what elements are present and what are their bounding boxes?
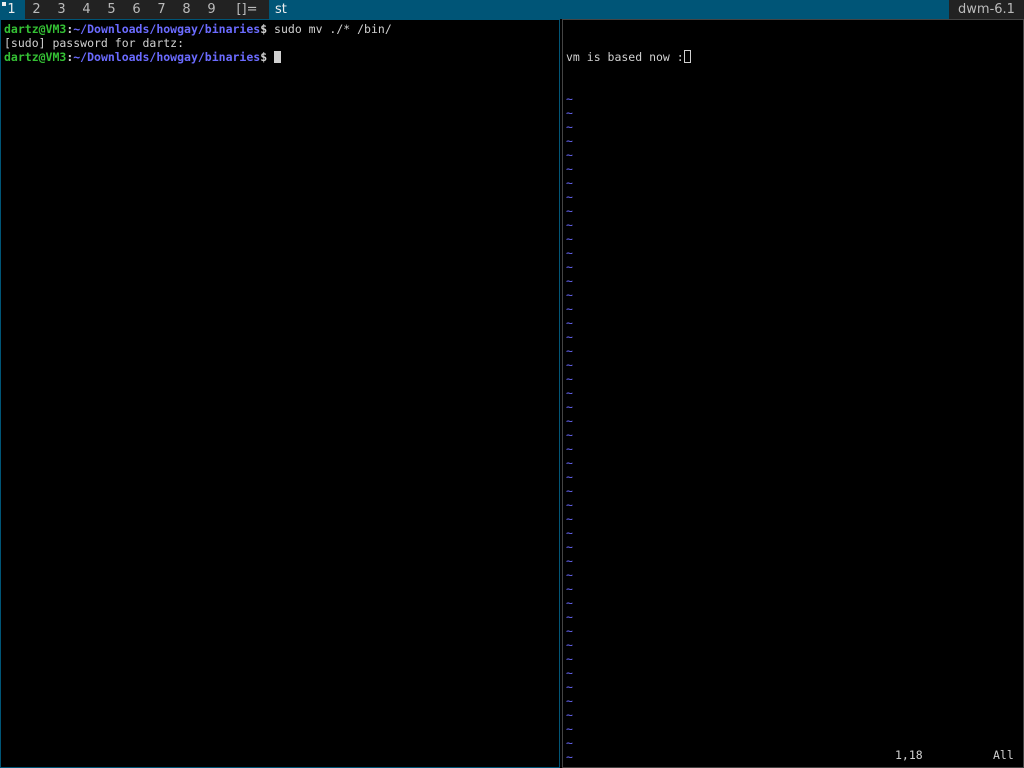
vim-empty-line-marker: ~ (566, 218, 573, 232)
vim-empty-line-marker: ~ (566, 624, 573, 638)
vim-empty-line-marker: ~ (566, 190, 573, 204)
vim-empty-line-marker: ~ (566, 148, 573, 162)
vim-cursor (683, 50, 691, 63)
vim-first-line: vm is based now : (566, 50, 691, 64)
prompt-line: dartz@VM3:~/Downloads/howgay/binaries$ (4, 50, 392, 64)
tag-label: 6 (132, 2, 141, 17)
tag-label: 4 (82, 2, 91, 17)
vim-empty-line-marker: ~ (566, 400, 573, 414)
vim-empty-line-marker: ~ (566, 694, 573, 708)
tag-3[interactable]: 3 (50, 0, 75, 19)
vim-empty-line-marker: ~ (566, 288, 573, 302)
tag-4[interactable]: 4 (75, 0, 100, 19)
tag-occupied-indicator (2, 2, 6, 6)
tag-label: 3 (57, 2, 66, 17)
vim-empty-line-marker: ~ (566, 470, 573, 484)
command-text (267, 50, 274, 64)
vim-empty-line-marker: ~ (566, 610, 573, 624)
window-title[interactable]: st (269, 0, 949, 19)
output-line: [sudo] password for dartz: (4, 36, 392, 50)
command-text: sudo mv ./* /bin/ (267, 22, 392, 36)
vim-empty-line-marker: ~ (566, 316, 573, 330)
vim-empty-line-marker: ~ (566, 638, 573, 652)
tag-8[interactable]: 8 (175, 0, 200, 19)
vim-empty-line-marker: ~ (566, 554, 573, 568)
status-text: dwm-6.1 (949, 0, 1024, 19)
vim-empty-line-marker: ~ (566, 652, 573, 666)
terminal-cursor (274, 51, 282, 63)
vim-empty-line-marker: ~ (566, 176, 573, 190)
vim-empty-line-marker: ~ (566, 274, 573, 288)
tag-7[interactable]: 7 (150, 0, 175, 19)
vim-empty-line-marker: ~ (566, 204, 573, 218)
vim-empty-line-marker: ~ (566, 428, 573, 442)
vim-buffer[interactable]: vm is based now : ~ ~ ~ ~ ~ ~ ~ ~ ~ ~ ~ ~ ~ ~ ~ ~ ~ ~ ~ ~ ~ ~… (566, 22, 691, 767)
vim-empty-line-marker: ~ (566, 540, 573, 554)
vim-empty-line-marker: ~ (566, 708, 573, 722)
vim-empty-line-marker: ~ (566, 92, 573, 106)
tag-label: 9 (207, 2, 216, 17)
vim-empty-line-marker: ~ (566, 344, 573, 358)
vim-cursor-position: 1,18 (895, 748, 923, 762)
prompt-line: dartz@VM3:~/Downloads/howgay/binaries$ s… (4, 22, 392, 36)
vim-empty-line-marker: ~ (566, 442, 573, 456)
vim-window[interactable]: vm is based now : ~ ~ ~ ~ ~ ~ ~ ~ ~ ~ ~ ~ ~ ~ ~ ~ ~ ~ ~ ~ ~ ~… (562, 19, 1024, 768)
vim-empty-line-marker: ~ (566, 484, 573, 498)
vim-empty-line-marker: ~ (566, 302, 573, 316)
tag-6[interactable]: 6 (125, 0, 150, 19)
tag-label: 1 (7, 2, 16, 17)
vim-empty-line-marker: ~ (566, 232, 573, 246)
vim-empty-line-marker: ~ (566, 596, 573, 610)
vim-ruler: 1,18 All (563, 748, 1023, 762)
vim-empty-line-marker: ~ (566, 526, 573, 540)
vim-empty-line-marker: ~ (566, 162, 573, 176)
terminal-window[interactable]: dartz@VM3:~/Downloads/howgay/binaries$ s… (0, 19, 560, 768)
tag-2[interactable]: 2 (25, 0, 50, 19)
vim-empty-line-marker: ~ (566, 134, 573, 148)
tag-label: 5 (107, 2, 116, 17)
tag-1[interactable]: 1 (0, 0, 25, 19)
vim-empty-line-marker: ~ (566, 120, 573, 134)
vim-empty-line-marker: ~ (566, 372, 573, 386)
tag-5[interactable]: 5 (100, 0, 125, 19)
tag-9[interactable]: 9 (200, 0, 225, 19)
terminal-output[interactable]: dartz@VM3:~/Downloads/howgay/binaries$ s… (4, 22, 392, 64)
vim-empty-line-marker: ~ (566, 330, 573, 344)
prompt-path: ~/Downloads/howgay/binaries (73, 22, 261, 36)
vim-empty-line-marker: ~ (566, 260, 573, 274)
prompt-user-host: dartz@VM3 (4, 50, 67, 64)
tag-label: 8 (182, 2, 191, 17)
vim-empty-line-marker: ~ (566, 568, 573, 582)
vim-empty-line-marker: ~ (566, 358, 573, 372)
output-text: [sudo] password for dartz: (4, 36, 185, 50)
vim-empty-line-marker: ~ (566, 246, 573, 260)
layout-indicator[interactable]: []= (225, 0, 269, 19)
tag-label: 2 (32, 2, 41, 17)
tag-label: 7 (157, 2, 166, 17)
vim-empty-line-marker: ~ (566, 498, 573, 512)
tag-list: 1 2 3 4 5 6 7 8 9 (0, 0, 225, 19)
vim-empty-line-marker: ~ (566, 386, 573, 400)
vim-empty-line-marker: ~ (566, 722, 573, 736)
vim-view-range: All (993, 748, 1014, 762)
vim-empty-line-marker: ~ (566, 582, 573, 596)
prompt-path: ~/Downloads/howgay/binaries (73, 50, 261, 64)
vim-empty-line-marker: ~ (566, 106, 573, 120)
vim-empty-line-marker: ~ (566, 512, 573, 526)
vim-empty-line-marker: ~ (566, 456, 573, 470)
vim-empty-line-marker: ~ (566, 764, 691, 767)
vim-line-text: vm is based now : (566, 50, 684, 64)
vim-empty-line-marker: ~ (566, 414, 573, 428)
vim-empty-line-marker: ~ (566, 680, 573, 694)
prompt-user-host: dartz@VM3 (4, 22, 67, 36)
vim-empty-line-marker: ~ (566, 666, 573, 680)
dwm-bar: 1 2 3 4 5 6 7 8 9 []= st dwm-6.1 (0, 0, 1024, 19)
